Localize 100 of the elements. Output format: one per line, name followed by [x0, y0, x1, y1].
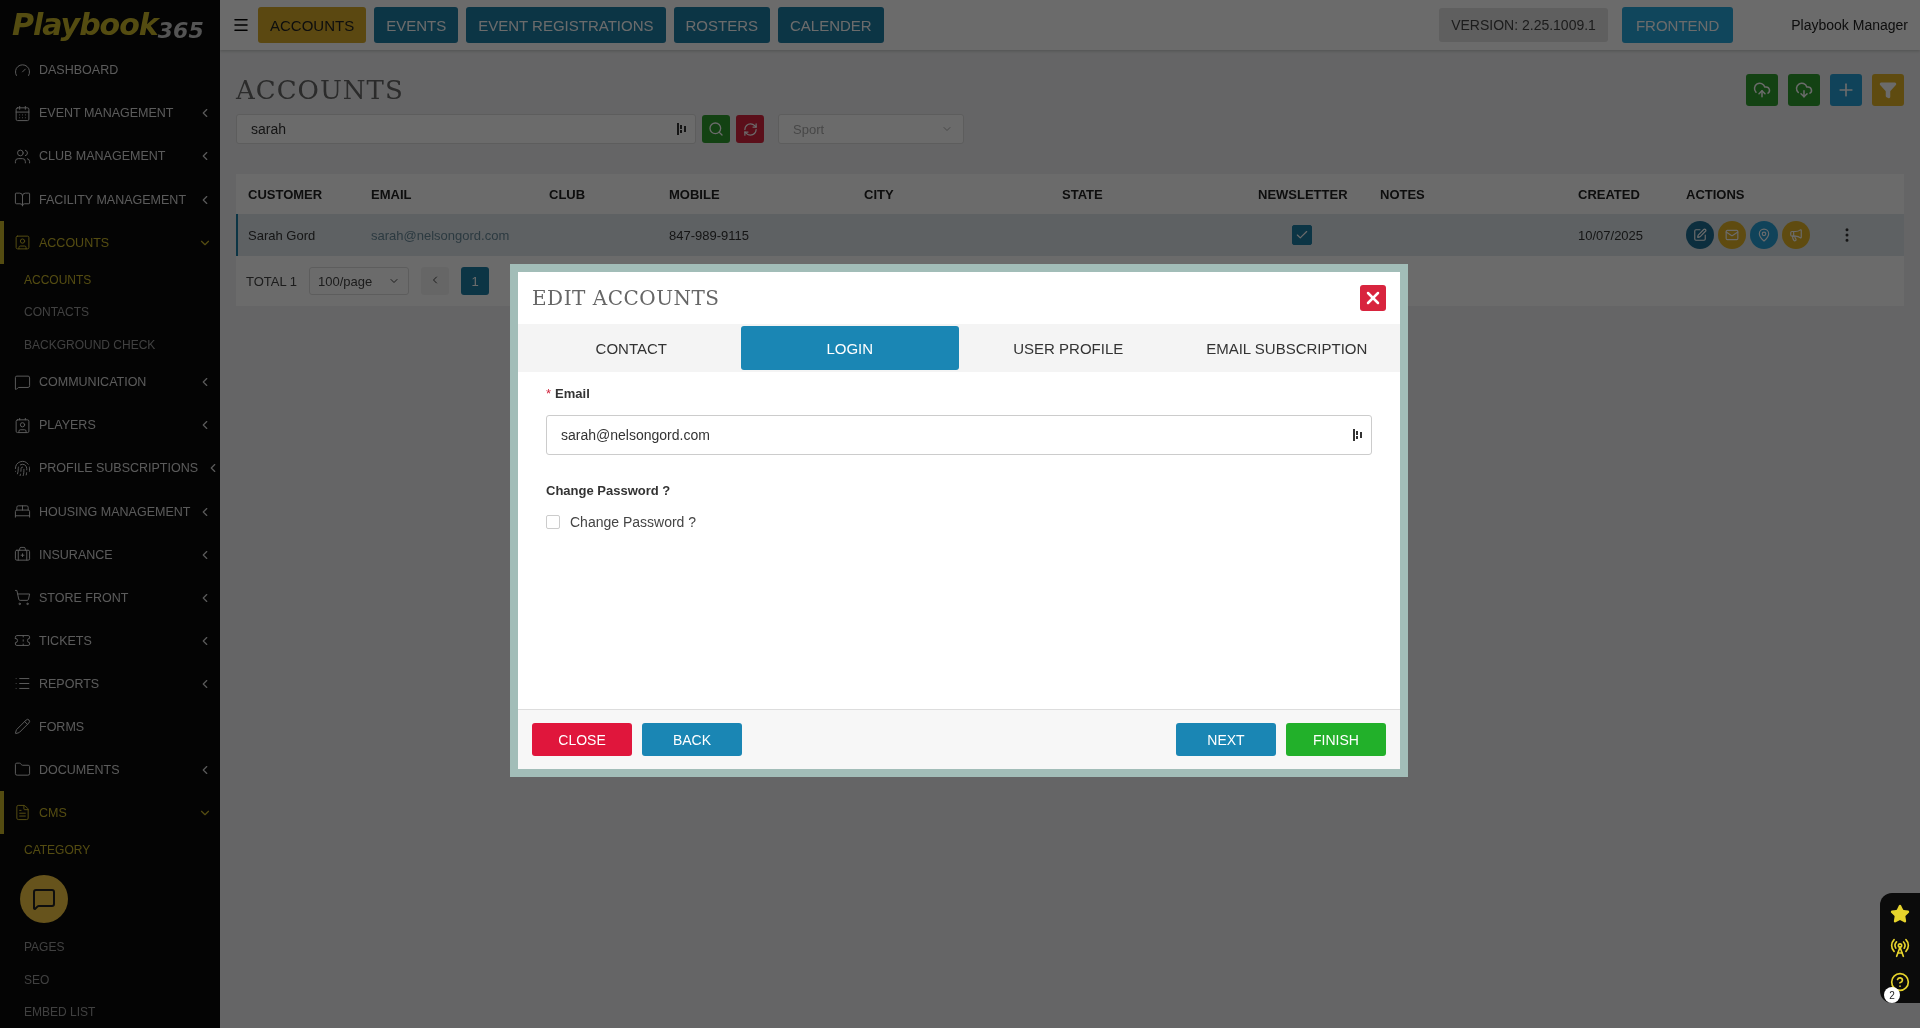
- column-header: CUSTOMER: [248, 186, 324, 202]
- menu-item-icon: [14, 503, 31, 520]
- nav-tab[interactable]: EVENTS: [374, 7, 459, 43]
- page-title: ACCOUNTS: [236, 75, 404, 105]
- menu-item-icon: [14, 191, 31, 208]
- nav-tab[interactable]: EVENT REGISTRATIONS: [466, 7, 666, 43]
- sidebar-item[interactable]: DOCUMENTS: [0, 748, 220, 792]
- filter-button[interactable]: [1872, 74, 1904, 106]
- menu-icon[interactable]: [232, 16, 250, 34]
- newsletter-checkbox[interactable]: [1292, 225, 1312, 245]
- sidebar-subitem[interactable]: CONTACTS: [0, 296, 220, 329]
- filter-icon: [1879, 81, 1897, 99]
- chat-icon: [32, 886, 56, 911]
- sidebar-item[interactable]: EVENT MANAGEMENT: [0, 91, 220, 135]
- column-header: CLUB: [549, 186, 587, 202]
- close-icon[interactable]: [1360, 285, 1386, 311]
- column-header: STATE: [1062, 186, 1104, 202]
- menu-item-icon: [14, 761, 31, 779]
- antenna-icon[interactable]: [1890, 938, 1910, 958]
- menu-item-icon: [14, 373, 31, 391]
- finish-button[interactable]: FINISH: [1286, 723, 1386, 756]
- total-count: TOTAL 1: [246, 273, 298, 289]
- column-header: EMAIL: [371, 186, 413, 202]
- column-header: CITY: [864, 186, 895, 202]
- user-name[interactable]: Playbook Manager: [1791, 17, 1908, 33]
- back-button[interactable]: BACK: [642, 723, 742, 756]
- table-cell-text: 10/07/2025: [1578, 227, 1645, 243]
- nav-tab[interactable]: ACCOUNTS: [258, 7, 367, 43]
- search-icon: [708, 121, 724, 137]
- sidebar-item[interactable]: INSURANCE: [0, 533, 220, 577]
- sidebar-subitem[interactable]: EMBED LIST: [0, 995, 220, 1028]
- nav-tab[interactable]: ROSTERS: [673, 7, 770, 43]
- column-header: CREATED: [1578, 186, 1641, 202]
- sidebar-subitem[interactable]: BACKGROUND CHECK: [0, 328, 220, 361]
- close-button[interactable]: CLOSE: [532, 723, 632, 756]
- menu-item-icon: [14, 718, 31, 736]
- sidebar-item[interactable]: ACCOUNTS: [0, 221, 220, 265]
- sidebar-item[interactable]: DASHBOARD: [0, 48, 220, 92]
- add-button[interactable]: [1830, 74, 1862, 106]
- dialog-tab[interactable]: LOGIN: [740, 326, 959, 370]
- sidebar-item[interactable]: STORE FRONT: [0, 576, 220, 620]
- sidebar-item[interactable]: CMS: [0, 791, 220, 835]
- menu-item-icon: [14, 804, 31, 822]
- column-header: NEWSLETTER: [1258, 186, 1349, 202]
- page-size-select[interactable]: 100/page: [309, 267, 410, 295]
- sidebar-item[interactable]: FACILITY MANAGEMENT: [0, 178, 220, 222]
- chat-button[interactable]: [20, 874, 68, 923]
- column-header: NOTES: [1380, 186, 1426, 202]
- megaphone-icon: [1789, 228, 1803, 242]
- location-button[interactable]: [1750, 221, 1778, 249]
- email-button[interactable]: [1718, 221, 1746, 249]
- checkbox-label[interactable]: Change Password ?: [570, 514, 697, 530]
- dialog-tab[interactable]: USER PROFILE: [959, 326, 1178, 370]
- reset-button[interactable]: [736, 115, 764, 143]
- refresh-icon: [742, 121, 758, 137]
- menu-item-icon: [14, 148, 31, 165]
- sidebar-subitem[interactable]: ACCOUNTS: [0, 264, 220, 297]
- sidebar-subitem[interactable]: PAGES: [0, 931, 220, 964]
- page-button[interactable]: 1: [461, 267, 490, 295]
- sidebar-item[interactable]: HOUSING MANAGEMENT: [0, 490, 220, 534]
- sidebar-item[interactable]: FORMS: [0, 705, 220, 749]
- sidebar-item[interactable]: CLUB MANAGEMENT: [0, 134, 220, 178]
- download-button[interactable]: [1788, 74, 1820, 106]
- required-mark: *: [546, 386, 552, 401]
- section-label: Change Password ?: [546, 483, 672, 498]
- sidebar-subitem[interactable]: SEO: [0, 963, 220, 996]
- announce-button[interactable]: [1782, 221, 1810, 249]
- dialog-title: EDIT ACCOUNTS: [532, 286, 720, 310]
- mail-icon: [1725, 228, 1739, 242]
- star-icon[interactable]: [1890, 904, 1910, 924]
- search-field[interactable]: sarah: [236, 114, 696, 144]
- help-icon[interactable]: [1890, 972, 1910, 992]
- edit-icon: [1693, 228, 1707, 242]
- cloud-download-icon: [1795, 81, 1813, 99]
- sidebar-item[interactable]: TICKETS: [0, 619, 220, 663]
- menu-item-icon: [14, 104, 31, 122]
- menu-item-icon: [14, 546, 31, 564]
- column-header: MOBILE: [669, 186, 721, 202]
- menu-item-icon: [14, 460, 31, 477]
- search-button[interactable]: [702, 115, 730, 143]
- sidebar-item[interactable]: PROFILE SUBSCRIPTIONS: [0, 446, 220, 490]
- logo[interactable]: Playbook365: [0, 0, 220, 49]
- upload-button[interactable]: [1746, 74, 1778, 106]
- dialog-tab[interactable]: CONTACT: [522, 326, 741, 370]
- frontend-button[interactable]: FRONTEND: [1621, 7, 1734, 43]
- next-button[interactable]: NEXT: [1176, 723, 1276, 756]
- sidebar-item[interactable]: REPORTS: [0, 662, 220, 706]
- dialog-tab[interactable]: EMAIL SUBSCRIPTION: [1177, 326, 1396, 370]
- version-label: VERSION: 2.25.1009.1: [1439, 8, 1608, 42]
- change-password-checkbox[interactable]: [546, 515, 560, 529]
- table-cell-text: 847-989-9115: [669, 227, 750, 243]
- sidebar-item[interactable]: PLAYERS: [0, 403, 220, 447]
- table-cell-text: Sarah Gord: [248, 227, 317, 243]
- email-field[interactable]: sarah@nelsongord.com: [546, 415, 1372, 455]
- sidebar-item[interactable]: COMMUNICATION: [0, 360, 220, 404]
- password-manager-icon[interactable]: [1353, 428, 1363, 442]
- nav-tab[interactable]: CALENDER: [778, 7, 884, 43]
- sidebar-subitem[interactable]: CATEGORY: [0, 834, 220, 867]
- edit-button[interactable]: [1686, 221, 1714, 249]
- map-pin-icon: [1757, 228, 1771, 242]
